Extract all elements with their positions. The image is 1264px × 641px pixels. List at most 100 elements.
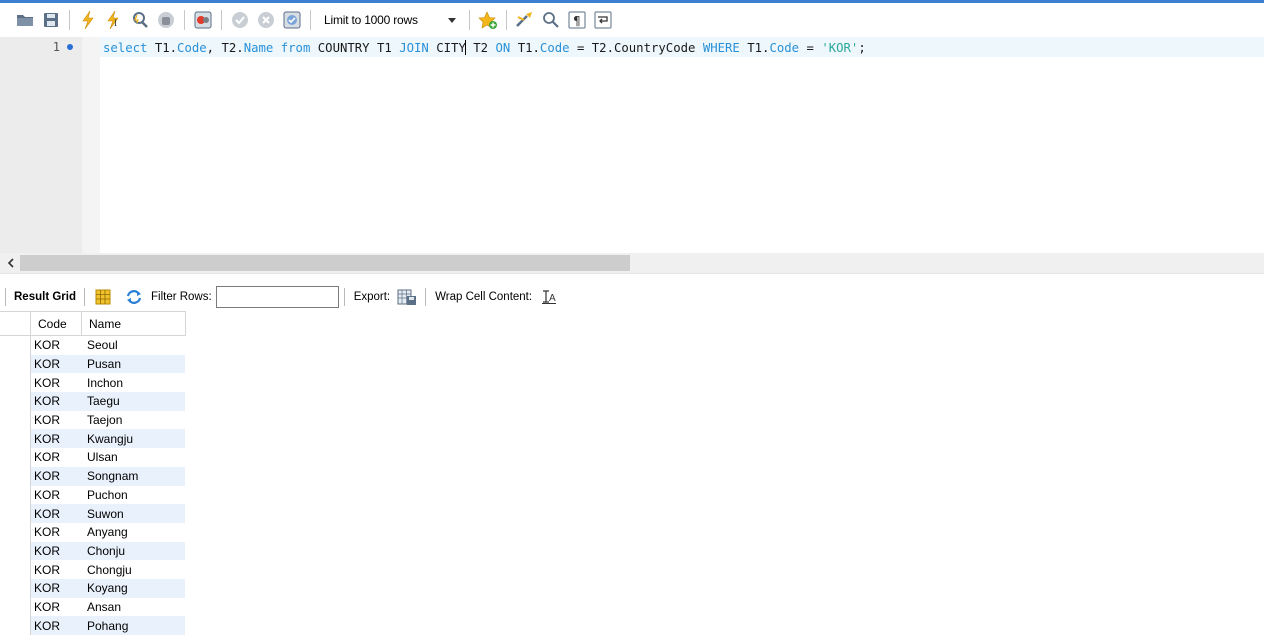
- add-snippet-icon[interactable]: [478, 10, 498, 30]
- row-header[interactable]: [0, 578, 31, 598]
- chevron-down-icon[interactable]: [444, 9, 460, 31]
- cell-name[interactable]: Chonju: [82, 541, 185, 561]
- row-header[interactable]: [0, 410, 31, 430]
- cell-code[interactable]: KOR: [31, 336, 82, 355]
- table-row[interactable]: KOR Ansan: [0, 597, 186, 617]
- row-header[interactable]: [0, 485, 31, 505]
- row-header[interactable]: [0, 466, 31, 486]
- table-row[interactable]: KOR Koyang: [0, 578, 186, 598]
- table-row[interactable]: KOR Pusan: [0, 354, 186, 374]
- cell-name[interactable]: Ansan: [82, 598, 185, 617]
- beautify-icon[interactable]: [515, 10, 535, 30]
- table-row[interactable]: KOR Chongju: [0, 560, 186, 579]
- refresh-icon[interactable]: [124, 287, 144, 307]
- scroll-left-icon[interactable]: [3, 254, 17, 272]
- table-row[interactable]: KOR Kwangju: [0, 429, 186, 449]
- code-token: , T2.: [206, 41, 244, 55]
- explain-icon[interactable]: [130, 10, 150, 30]
- cell-name[interactable]: Seoul: [82, 336, 185, 355]
- table-row[interactable]: KOR Seoul: [0, 336, 186, 355]
- row-header[interactable]: [0, 336, 31, 355]
- cell-code[interactable]: KOR: [31, 429, 82, 449]
- row-header[interactable]: [0, 560, 31, 579]
- cell-code[interactable]: KOR: [31, 466, 82, 486]
- column-header-code[interactable]: Code: [31, 311, 82, 335]
- cell-code[interactable]: KOR: [31, 354, 82, 374]
- cell-code[interactable]: KOR: [31, 411, 82, 430]
- cell-name[interactable]: Pohang: [82, 616, 185, 635]
- cell-name[interactable]: Suwon: [82, 504, 185, 523]
- cell-code[interactable]: KOR: [31, 373, 82, 392]
- cell-code[interactable]: KOR: [31, 578, 82, 598]
- grid-view-icon[interactable]: [93, 287, 113, 307]
- table-row[interactable]: KOR Taegu: [0, 392, 186, 411]
- row-header[interactable]: [0, 541, 31, 561]
- cell-name[interactable]: Koyang: [82, 578, 185, 598]
- result-grid-tab[interactable]: Result Grid: [11, 291, 79, 303]
- cell-name[interactable]: Songnam: [82, 466, 185, 486]
- table-row[interactable]: KOR Suwon: [0, 504, 186, 523]
- wrap-cell-icon[interactable]: A: [539, 287, 559, 307]
- column-header-name[interactable]: Name: [82, 311, 186, 335]
- commit-icon[interactable]: [230, 10, 250, 30]
- toggle-error-icon[interactable]: [193, 10, 213, 30]
- toolbar-separator: [425, 287, 427, 306]
- cell-name[interactable]: Inchon: [82, 373, 185, 392]
- wrap-icon[interactable]: [593, 10, 613, 30]
- cell-name[interactable]: Taegu: [82, 392, 185, 411]
- toolbar-separator: [5, 287, 6, 306]
- row-header[interactable]: [0, 392, 31, 411]
- cell-code[interactable]: KOR: [31, 598, 82, 617]
- cell-name[interactable]: Chongju: [82, 560, 185, 579]
- export-icon[interactable]: [397, 287, 417, 307]
- row-header[interactable]: [0, 504, 31, 523]
- table-row[interactable]: KOR Taejon: [0, 410, 186, 430]
- save-icon[interactable]: [41, 10, 61, 30]
- cell-code[interactable]: KOR: [31, 392, 82, 411]
- table-row[interactable]: KOR Pohang: [0, 616, 186, 635]
- cell-code[interactable]: KOR: [31, 523, 82, 542]
- table-row[interactable]: KOR Anyang: [0, 522, 186, 542]
- filter-rows-input[interactable]: [215, 285, 339, 308]
- table-row[interactable]: KOR Ulsan: [0, 448, 186, 467]
- cell-code[interactable]: KOR: [31, 504, 82, 523]
- invisible-chars-icon[interactable]: ¶: [567, 10, 587, 30]
- row-header[interactable]: [0, 597, 31, 617]
- panel-divider[interactable]: [0, 273, 1264, 282]
- grid-corner[interactable]: [0, 311, 31, 335]
- cell-code[interactable]: KOR: [31, 448, 82, 467]
- editor-horizontal-scrollbar[interactable]: [0, 253, 1264, 273]
- scrollbar-thumb[interactable]: [20, 255, 630, 271]
- cell-name[interactable]: Ulsan: [82, 448, 185, 467]
- cell-code[interactable]: KOR: [31, 616, 82, 635]
- autocommit-icon[interactable]: [282, 10, 302, 30]
- open-file-icon[interactable]: [15, 10, 35, 30]
- table-row[interactable]: KOR Chonju: [0, 541, 186, 561]
- cell-code[interactable]: KOR: [31, 560, 82, 579]
- row-header[interactable]: [0, 429, 31, 449]
- cell-name[interactable]: Anyang: [82, 523, 185, 542]
- cell-name[interactable]: Kwangju: [82, 429, 185, 449]
- sql-editor[interactable]: 1 select T1.Code, T2.Name from COUNTRY T…: [0, 37, 1264, 253]
- stop-icon[interactable]: [156, 10, 176, 30]
- rollback-icon[interactable]: [256, 10, 276, 30]
- execute-icon[interactable]: [78, 10, 98, 30]
- row-header[interactable]: [0, 522, 31, 542]
- row-header[interactable]: [0, 373, 31, 393]
- table-row[interactable]: KOR Songnam: [0, 466, 186, 486]
- row-header[interactable]: [0, 448, 31, 467]
- cell-name[interactable]: Taejon: [82, 411, 185, 430]
- result-grid[interactable]: Code Name KOR Seoul KOR Pusan KOR Inchon KOR Ta…: [0, 311, 186, 635]
- cell-name[interactable]: Puchon: [82, 486, 185, 505]
- row-header[interactable]: [0, 616, 31, 635]
- table-row[interactable]: KOR Inchon: [0, 373, 186, 393]
- limit-rows-select[interactable]: Limit to 1000 rows: [320, 9, 460, 31]
- sql-query-text[interactable]: select T1.Code, T2.Name from COUNTRY T1 …: [103, 40, 866, 55]
- cell-name[interactable]: Pusan: [82, 354, 185, 374]
- find-icon[interactable]: [541, 10, 561, 30]
- table-row[interactable]: KOR Puchon: [0, 485, 186, 505]
- execute-current-icon[interactable]: I: [104, 10, 124, 30]
- row-header[interactable]: [0, 354, 31, 374]
- cell-code[interactable]: KOR: [31, 541, 82, 561]
- cell-code[interactable]: KOR: [31, 486, 82, 505]
